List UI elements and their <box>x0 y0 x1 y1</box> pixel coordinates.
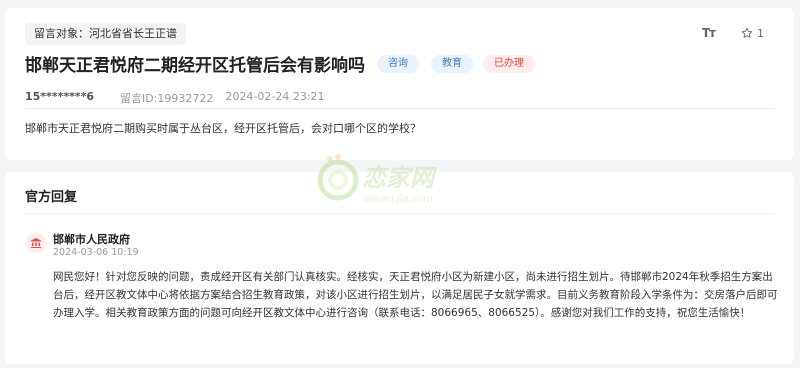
post-date: 2024-02-24 23:21 <box>225 90 325 103</box>
page-title: 邯郸天正君悦府二期经开区托管后会有影响吗 <box>25 56 365 76</box>
title-row: 邯郸天正君悦府二期经开区托管后会有影响吗 咨询 教育 已办理 <box>25 51 535 76</box>
message-card: 留言对象：河北省省长王正谱 Tт 1 邯郸天正君悦府二期经开区托管后会有影响吗 … <box>5 8 794 160</box>
status-badge: 已办理 <box>483 54 535 73</box>
reply-content: 网民您好！针对您反映的问题，责成经开区有关部门认真核实。经核实，天正君悦府小区为… <box>53 271 778 319</box>
divider <box>25 108 774 109</box>
message-target-tag: 留言对象：河北省省长王正谱 <box>25 23 186 45</box>
toolbar: Tт 1 <box>702 26 764 40</box>
message-id: 留言ID:19932722 <box>119 92 214 105</box>
user-id: 15********6 <box>25 90 94 103</box>
like-button[interactable]: 1 <box>741 27 764 40</box>
government-building-icon <box>26 233 46 253</box>
message-body: 邯郸市天正君悦府二期购买时属于丛台区，经开区托管后，会对口哪个区的学校？ <box>25 122 421 135</box>
reply-time: 2024-03-06 10:19 <box>53 247 139 258</box>
svg-text:恋家网: 恋家网 <box>362 164 438 192</box>
department-name: 邯郸市人民政府 <box>53 233 130 246</box>
reply-heading: 官方回复 <box>25 190 78 205</box>
divider <box>25 213 774 214</box>
tag-consult: 咨询 <box>377 54 419 73</box>
post-meta: 15********6 留言ID:19932722 2024-02-24 23:… <box>25 90 325 106</box>
star-icon <box>741 27 753 38</box>
watermark-logo: 恋家网 www.Ljia.com <box>308 152 478 212</box>
tag-education: 教育 <box>431 54 473 73</box>
like-count: 1 <box>757 26 764 40</box>
svg-text:www.Ljia.com: www.Ljia.com <box>364 194 433 205</box>
font-size-icon[interactable]: Tт <box>702 26 716 40</box>
